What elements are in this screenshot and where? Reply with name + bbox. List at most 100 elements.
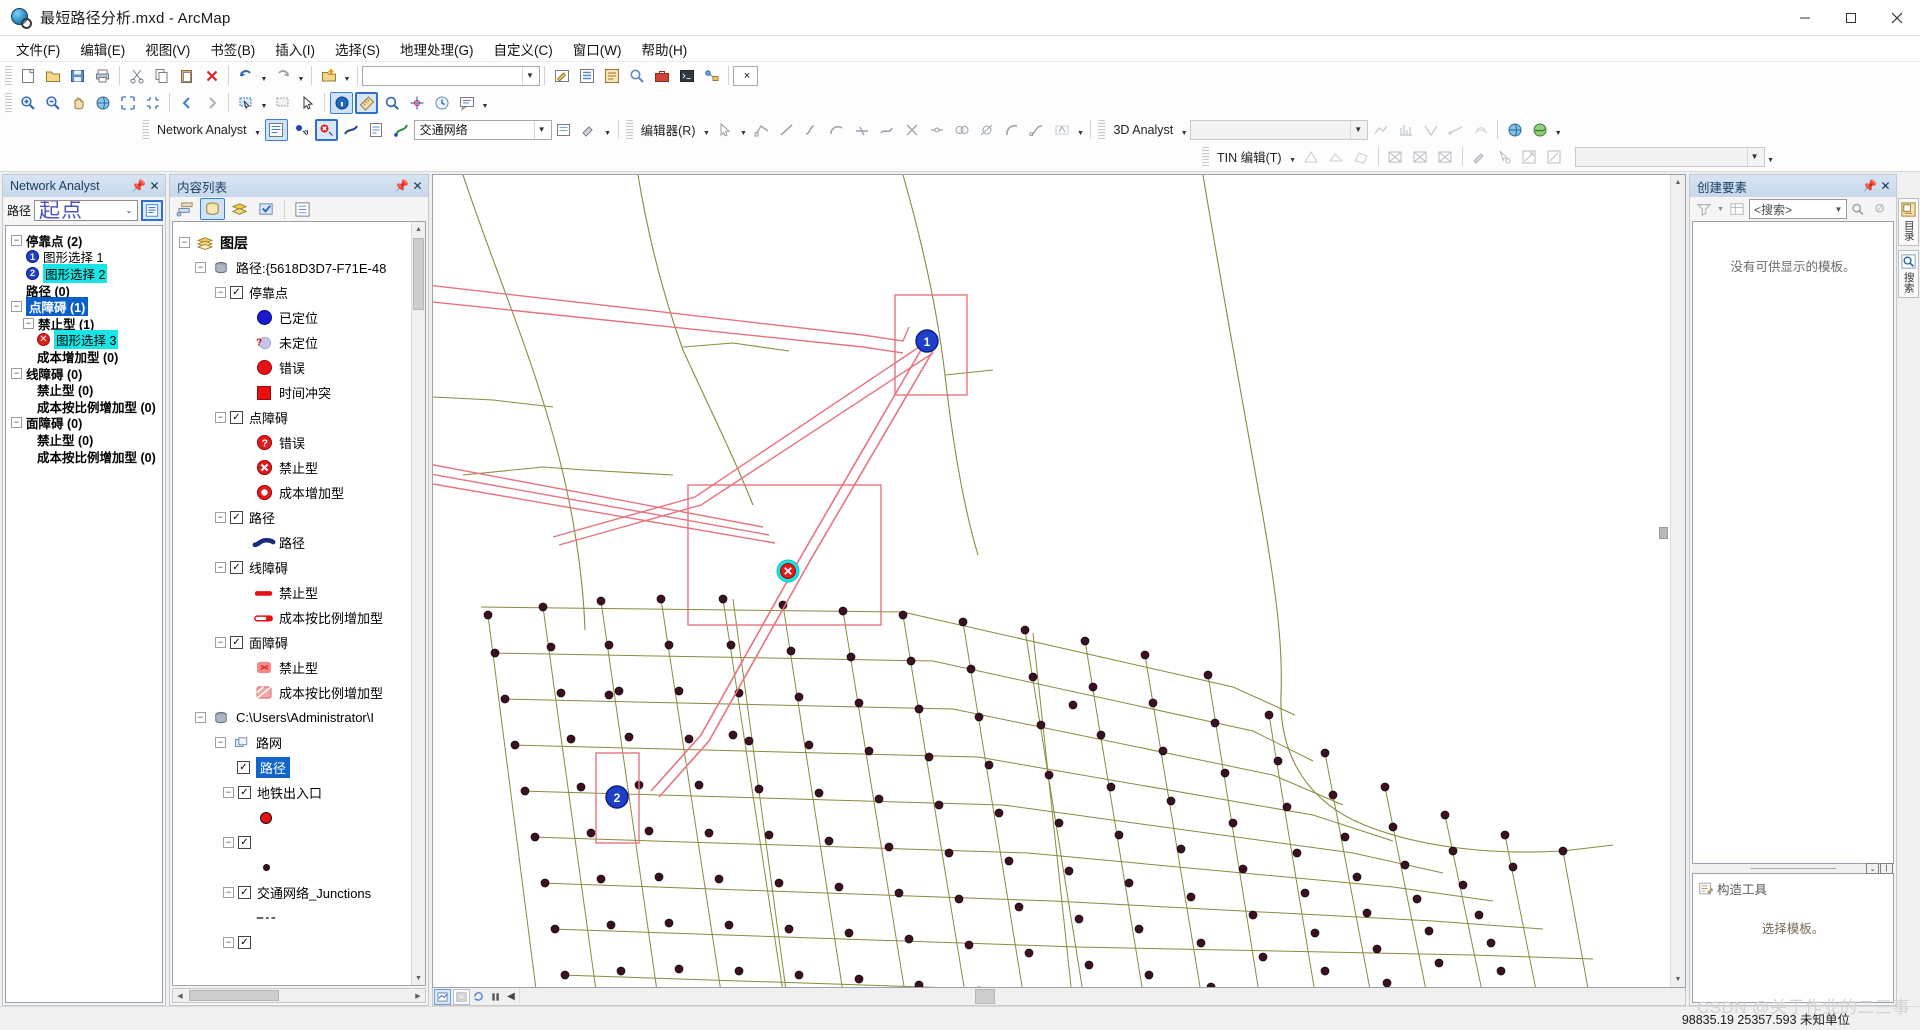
- map-hscroll-thumb[interactable]: [975, 989, 995, 1004]
- toc-node-subway-entrance[interactable]: − ✓ 地铁出入口: [173, 780, 411, 805]
- toc-hscroll-thumb[interactable]: [189, 990, 279, 1001]
- add-data-dropdown[interactable]: ▼: [341, 65, 353, 87]
- tin-move-button[interactable]: [1518, 146, 1541, 168]
- 3d-more-dropdown[interactable]: ▼: [1552, 119, 1564, 141]
- toc-node-routes[interactable]: − ✓ 路径: [173, 505, 411, 530]
- toc-symbol-barrier-added-cost[interactable]: 成本增加型: [173, 480, 411, 505]
- clear-search-icon[interactable]: [1870, 199, 1892, 220]
- toc-symbol-subway-line[interactable]: [173, 905, 411, 930]
- pan-button[interactable]: [66, 92, 89, 114]
- na-node-graphic-3[interactable]: ✕ 图形选择 3: [9, 330, 162, 350]
- tin-x-button-2[interactable]: [1409, 146, 1432, 168]
- redo-dropdown[interactable]: ▼: [295, 65, 307, 87]
- edit-annotation-button[interactable]: [1050, 119, 1073, 141]
- close-icon[interactable]: ✕: [1878, 178, 1893, 194]
- data-view-button[interactable]: [434, 988, 451, 1005]
- model-builder-button[interactable]: [700, 65, 723, 87]
- map-scale-combo[interactable]: ▼: [362, 65, 540, 86]
- editor-more-dropdown[interactable]: ▼: [1074, 119, 1086, 141]
- cf-splitter[interactable]: ⌄ |: [1692, 863, 1894, 874]
- editor-dropdown[interactable]: ▼: [700, 119, 712, 141]
- na-create-location-button[interactable]: [290, 119, 313, 141]
- maximize-button[interactable]: [1828, 0, 1874, 36]
- arc-segment-button[interactable]: [1000, 119, 1023, 141]
- na-build-button[interactable]: [578, 119, 601, 141]
- toc-node-route-layer[interactable]: ✓ 路径: [173, 755, 411, 780]
- undo-dropdown[interactable]: ▼: [258, 65, 270, 87]
- direction-distance-button[interactable]: [975, 119, 998, 141]
- na-select-route-button[interactable]: [340, 119, 363, 141]
- edit-tool-button[interactable]: [713, 119, 736, 141]
- select-elements-button[interactable]: [296, 92, 319, 114]
- profile-graph-button[interactable]: [1394, 119, 1417, 141]
- menu-file[interactable]: 文件(F): [6, 36, 70, 62]
- na-node-stop-2[interactable]: 2 图形选择 2: [9, 263, 162, 283]
- layer-checkbox[interactable]: ✓: [230, 411, 243, 424]
- layer-checkbox[interactable]: ✓: [230, 561, 243, 574]
- open-button[interactable]: [41, 65, 64, 87]
- toolbar-grip[interactable]: [5, 65, 12, 86]
- toolbox-button[interactable]: [650, 65, 673, 87]
- expander-icon[interactable]: −: [223, 787, 234, 798]
- select-features-button[interactable]: [234, 92, 257, 114]
- toc-scroll-thumb[interactable]: [413, 238, 424, 310]
- delete-button[interactable]: [200, 65, 223, 87]
- expander-icon[interactable]: −: [11, 367, 22, 379]
- popup-dropdown[interactable]: ▼: [479, 92, 491, 114]
- 3d-analyst-dropdown[interactable]: ▼: [1178, 119, 1190, 141]
- menu-selection[interactable]: 选择(S): [325, 36, 390, 62]
- toc-node-polygon-barriers[interactable]: − ✓ 面障碍: [173, 630, 411, 655]
- back-extent-button[interactable]: [175, 92, 198, 114]
- add-data-button[interactable]: [317, 65, 340, 87]
- tin-more-dropdown[interactable]: ▼: [1765, 146, 1777, 168]
- layer-checkbox[interactable]: ✓: [230, 636, 243, 649]
- layout-view-button[interactable]: [453, 988, 470, 1005]
- tin-add-line-button[interactable]: [1325, 146, 1348, 168]
- scroll-up-icon[interactable]: ▲: [412, 222, 425, 236]
- tangent-button[interactable]: [850, 119, 873, 141]
- table-of-contents-button[interactable]: [575, 65, 598, 87]
- list-by-visibility-button[interactable]: [227, 198, 252, 220]
- close-button[interactable]: [1874, 0, 1920, 36]
- close-icon[interactable]: ✕: [410, 178, 425, 194]
- expander-icon[interactable]: −: [195, 712, 206, 723]
- chevron-down-icon[interactable]: ▼: [1831, 205, 1846, 214]
- template-search-input[interactable]: <搜索> ▼: [1749, 199, 1847, 219]
- toc-symbol-time-conflict[interactable]: 时间冲突: [173, 380, 411, 405]
- tin-edit-dropdown[interactable]: ▼: [1287, 146, 1299, 168]
- toc-node-turns[interactable]: − ✓: [173, 930, 411, 955]
- expander-icon[interactable]: −: [179, 237, 190, 248]
- na-node-restriction[interactable]: − 禁止型 (1): [9, 315, 162, 332]
- copy-button[interactable]: [150, 65, 173, 87]
- close-icon[interactable]: ✕: [147, 178, 162, 194]
- menu-insert[interactable]: 插入(I): [265, 36, 325, 62]
- layer-checkbox[interactable]: ✓: [238, 836, 251, 849]
- measure-button[interactable]: [355, 91, 378, 114]
- scene-view-button[interactable]: [1528, 119, 1551, 141]
- expander-icon[interactable]: −: [11, 234, 22, 246]
- refresh-icon[interactable]: [471, 989, 487, 1004]
- map-vertical-scrollbar[interactable]: ▲ ▼: [1670, 175, 1685, 987]
- toc-symbol-junction-dot[interactable]: [173, 855, 411, 880]
- steepest-path-button[interactable]: [1419, 119, 1442, 141]
- toc-node-layers[interactable]: − 图层: [173, 230, 411, 255]
- endpoint-arc-button[interactable]: [825, 119, 848, 141]
- na-more-dropdown[interactable]: ▼: [602, 119, 614, 141]
- editor-toolbar-toggle[interactable]: [550, 65, 573, 87]
- na-node-poly-restriction[interactable]: 禁止型 (0): [9, 431, 162, 448]
- filter-dropdown-icon[interactable]: ▼: [1716, 199, 1725, 220]
- pin-icon[interactable]: 📌: [131, 178, 146, 194]
- scroll-down-icon[interactable]: ▼: [412, 971, 425, 985]
- layer-checkbox[interactable]: ✓: [230, 511, 243, 524]
- catalog-button[interactable]: [600, 65, 623, 87]
- full-extent-button[interactable]: [91, 92, 114, 114]
- na-tree[interactable]: − 停靠点 (2) 1 图形选择 1 2 图形选择 2 路径 (0) − 点障碍…: [5, 225, 163, 1003]
- toolbar-grip[interactable]: [1098, 119, 1106, 140]
- zoom-in-button[interactable]: [16, 92, 39, 114]
- print-button[interactable]: [91, 65, 114, 87]
- minimize-button[interactable]: [1782, 0, 1828, 36]
- list-by-selection-button[interactable]: [254, 198, 279, 220]
- scroll-left-icon[interactable]: ◀: [503, 989, 519, 1004]
- toc-symbol-route-line[interactable]: 路径: [173, 530, 411, 555]
- html-popup-button[interactable]: [455, 92, 478, 114]
